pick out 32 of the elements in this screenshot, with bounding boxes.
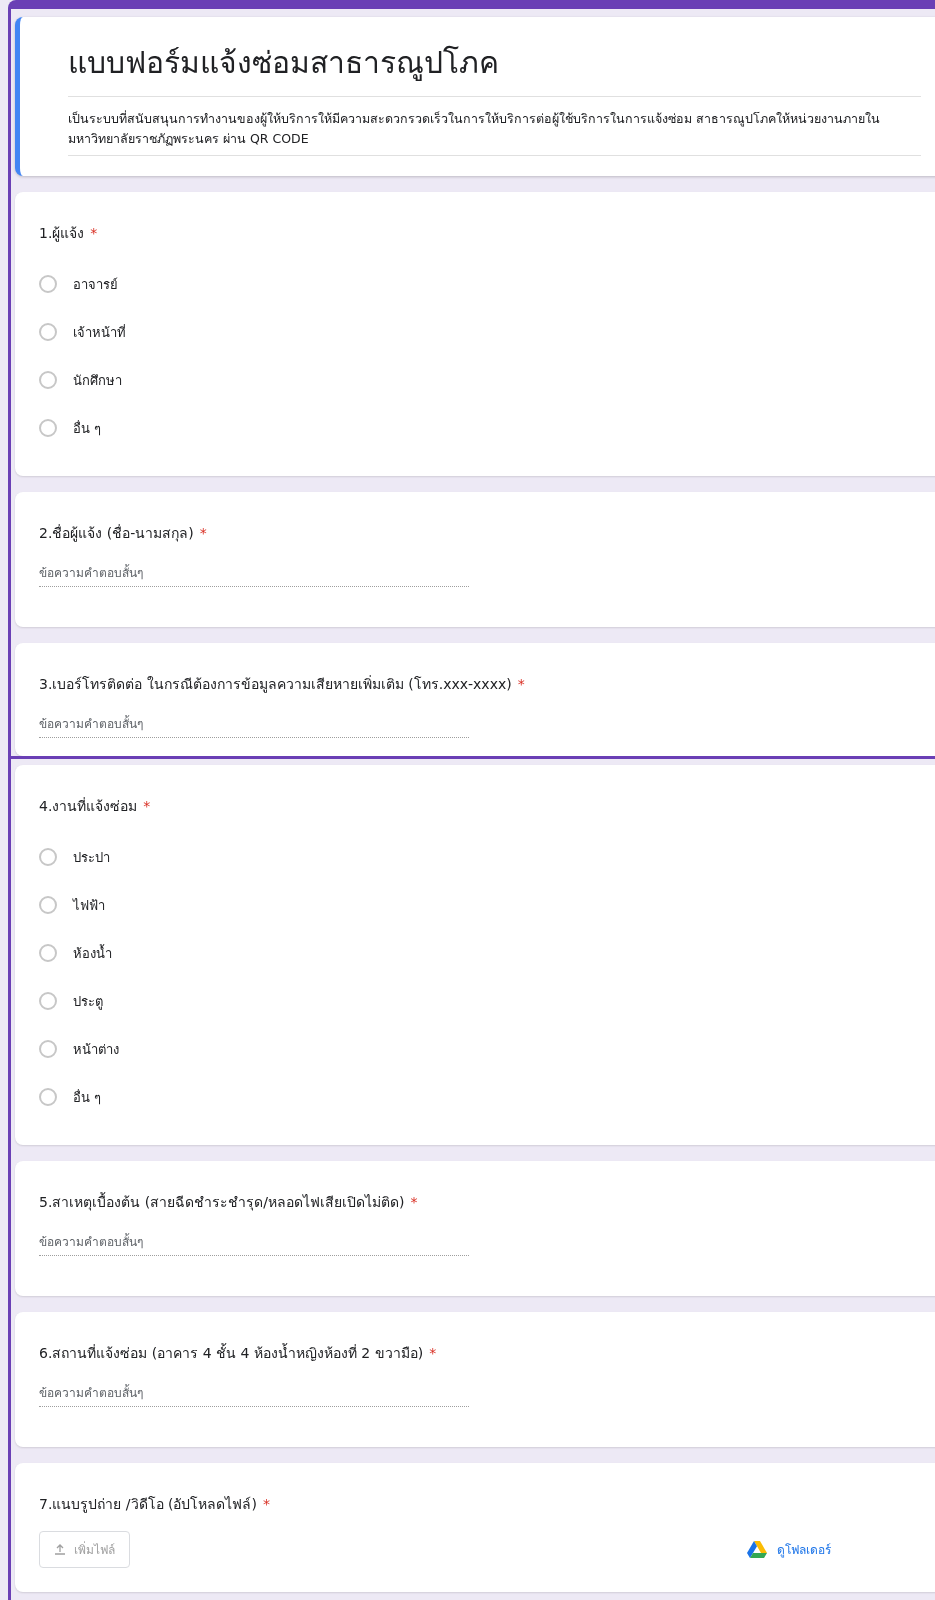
radio-button[interactable] <box>39 275 57 293</box>
question-label: 3.เบอร์โทรติดต่อ ในกรณีต้องการข้อมูลความเสียหายเพิ่มเติม (โทร.xxx-xxxx) * <box>39 674 526 695</box>
question-label: 2.ชื่อผู้แจ้ง (ชื่อ-นามสกุล) * <box>39 523 208 544</box>
radio-option[interactable]: อาจารย์ <box>39 260 921 308</box>
view-folder-link[interactable]: ดูโฟลเดอร์ <box>747 1540 831 1559</box>
radio-option[interactable]: ไฟฟ้า <box>39 881 921 929</box>
radio-button[interactable] <box>39 1088 57 1106</box>
radio-option[interactable]: อื่น ๆ <box>39 404 921 452</box>
radio-button[interactable] <box>39 323 57 341</box>
question-label: 4.งานที่แจ้งซ่อม * <box>39 796 152 816</box>
radio-option[interactable]: ห้องน้ำ <box>39 929 921 977</box>
question-label: 5.สาเหตุเบื้องต้น (สายฉีดชำระชำรุด/หลอดไฟเสียเปิดไม่ติด) * <box>39 1191 419 1213</box>
upload-icon <box>54 1543 66 1556</box>
question-label: 1.ผู้แจ้ง * <box>39 224 99 244</box>
radio-button[interactable] <box>39 371 57 389</box>
radio-option[interactable]: อื่น ๆ <box>39 1073 921 1121</box>
form-description: เป็นระบบที่สนับสนุนการทำงานของผู้ให้บริการให้มีความสะดวกรวดเร็วในการให้บริการต่อผู้ใช้บริการในการแจ้งซ่อม สาธารณูปโภคให้หน่วยงานภายในมหาวิทยาลัยราชภัฏพระนคร ผ่าน QR CODE <box>68 109 921 156</box>
radio-option[interactable]: หน้าต่าง <box>39 1025 921 1073</box>
radio-button[interactable] <box>39 419 57 437</box>
radio-button[interactable] <box>39 944 57 962</box>
radio-button[interactable] <box>39 896 57 914</box>
drive-icon <box>747 1541 767 1558</box>
form-title: แบบฟอร์มแจ้งซ่อมสาธารณูปโภค <box>68 39 921 97</box>
radio-button[interactable] <box>39 992 57 1010</box>
radio-option[interactable]: เจ้าหน้าที่ <box>39 308 921 356</box>
radio-button[interactable] <box>39 848 57 866</box>
radio-button[interactable] <box>39 1040 57 1058</box>
question-label: 7.แนบรูปถ่าย /วิดีโอ (อัปโหลดไฟล์) * <box>39 1495 271 1515</box>
radio-option[interactable]: ประปา <box>39 833 921 881</box>
radio-option[interactable]: นักศึกษา <box>39 356 921 404</box>
radio-option[interactable]: ประตู <box>39 977 921 1025</box>
question-label: 6.สถานที่แจ้งซ่อม (อาคาร 4 ชั้น 4 ห้องน้ำหญิงห้องที่ 2 ขวามือ) * <box>39 1342 438 1363</box>
